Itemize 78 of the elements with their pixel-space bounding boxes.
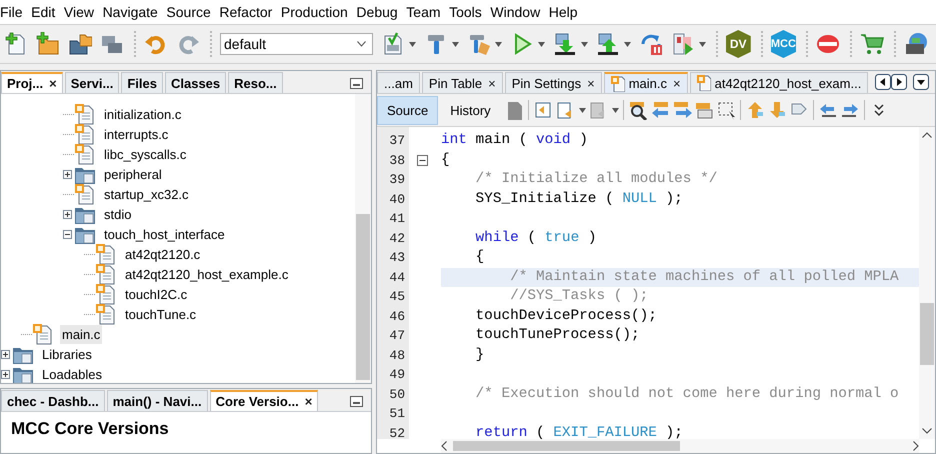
line-number: 43 <box>388 249 406 267</box>
line-number: 45 <box>388 288 406 306</box>
line-number: 42 <box>388 230 406 248</box>
menu-item[interactable]: Edit <box>31 4 56 20</box>
line-number: 40 <box>388 190 406 208</box>
view-tab[interactable]: History <box>440 96 501 124</box>
panel-tab[interactable]: chec - Dashb... <box>1 390 105 411</box>
menu-item[interactable]: Navigate <box>102 4 158 20</box>
panel-tab[interactable]: Core Versio... × <box>210 390 318 411</box>
code-line: while ( true ) <box>474 230 596 246</box>
panel-tab[interactable]: main() - Navi... <box>106 390 208 411</box>
line-number: 47 <box>388 327 406 345</box>
tree-item[interactable]: startup_xc32.c <box>102 184 191 204</box>
menu-item[interactable]: Window <box>490 4 540 20</box>
code-line: SYS_Initialize ( NULL ); <box>474 190 683 206</box>
tree-item[interactable]: interrupts.c <box>102 124 170 144</box>
code-line: { <box>441 152 450 168</box>
line-number: 44 <box>388 268 406 286</box>
tree-item[interactable]: touchI2C.c <box>123 284 190 304</box>
line-number: 48 <box>388 346 406 364</box>
tree-item[interactable]: Libraries <box>40 344 94 364</box>
close-icon[interactable]: × <box>673 76 681 91</box>
tree-item[interactable]: at42qt2120.c <box>123 244 202 264</box>
line-number: 38 <box>388 152 406 170</box>
panel-tab[interactable]: Reso... <box>228 72 283 93</box>
tree-item[interactable]: touch_host_interface <box>102 224 227 244</box>
view-tab[interactable]: Source <box>377 96 438 124</box>
panel-tab[interactable]: Classes <box>164 72 226 93</box>
line-number: 50 <box>388 386 406 404</box>
menu-item[interactable]: Tools <box>449 4 482 20</box>
code-line: touchTuneProcess(); <box>474 327 640 343</box>
menu-item[interactable]: View <box>64 4 94 20</box>
tree-item[interactable]: touchTune.c <box>123 304 198 324</box>
panel-tab[interactable]: ...am <box>377 72 420 93</box>
line-number: 37 <box>388 132 406 150</box>
close-icon[interactable]: × <box>49 76 57 91</box>
section-heading: MCC Core Versions <box>10 418 170 440</box>
code-line: int main ( void ) <box>441 132 588 148</box>
menu-item[interactable]: Help <box>548 4 578 20</box>
dv-button[interactable]: DV <box>726 30 751 58</box>
panel-tab[interactable]: main.c × <box>604 72 688 93</box>
panel-tab[interactable]: Proj... × <box>1 72 63 93</box>
tree-item[interactable]: peripheral <box>102 164 164 184</box>
close-icon[interactable]: × <box>304 394 312 409</box>
panel-tab[interactable]: Pin Settings × <box>504 72 602 93</box>
panel-tab[interactable]: Files <box>121 72 163 93</box>
line-number: 51 <box>388 405 406 423</box>
close-icon[interactable]: × <box>488 76 496 90</box>
close-icon[interactable]: × <box>587 76 595 90</box>
code-line: /* Initialize all modules */ <box>474 171 718 187</box>
tree-item[interactable]: initialization.c <box>102 104 184 124</box>
code-line: /* Maintain state machines of all polled MPLA <box>509 268 899 284</box>
panel-tab[interactable]: Pin Table × <box>422 72 503 93</box>
code-line: return ( EXIT_FAILURE ); <box>474 424 683 439</box>
menu-item[interactable]: Team <box>406 4 441 20</box>
tree-item[interactable]: at42qt2120_host_example.c <box>123 264 290 284</box>
menu-item[interactable]: Refactor <box>219 4 272 20</box>
line-number: 52 <box>388 424 406 442</box>
tree-item[interactable]: libc_syscalls.c <box>102 144 188 164</box>
configuration-dropdown[interactable]: default <box>220 33 373 55</box>
menu-item[interactable]: Debug <box>356 4 398 20</box>
tree-item[interactable]: stdio <box>102 204 134 224</box>
line-number: 41 <box>388 210 406 228</box>
line-number: 39 <box>388 171 406 189</box>
line-number: 49 <box>388 366 406 384</box>
menu-item[interactable]: Production <box>280 4 348 20</box>
code-line: /* Execution should not come here during normal o <box>474 386 899 402</box>
tree-item[interactable]: main.c <box>60 324 102 344</box>
tree-item[interactable]: Loadables <box>40 364 104 383</box>
panel-tab[interactable]: at42qt2120_host_exam... <box>690 72 868 93</box>
code-line: { <box>474 249 484 265</box>
code-line: } <box>474 346 484 362</box>
code-line: //SYS_Tasks ( ); <box>509 288 648 304</box>
menu-item[interactable]: File <box>0 4 23 20</box>
line-number: 46 <box>388 308 406 326</box>
panel-tab[interactable]: Servi... <box>64 72 120 93</box>
code-line: touchDeviceProcess(); <box>474 308 657 324</box>
menu-item[interactable]: Source <box>166 4 211 20</box>
